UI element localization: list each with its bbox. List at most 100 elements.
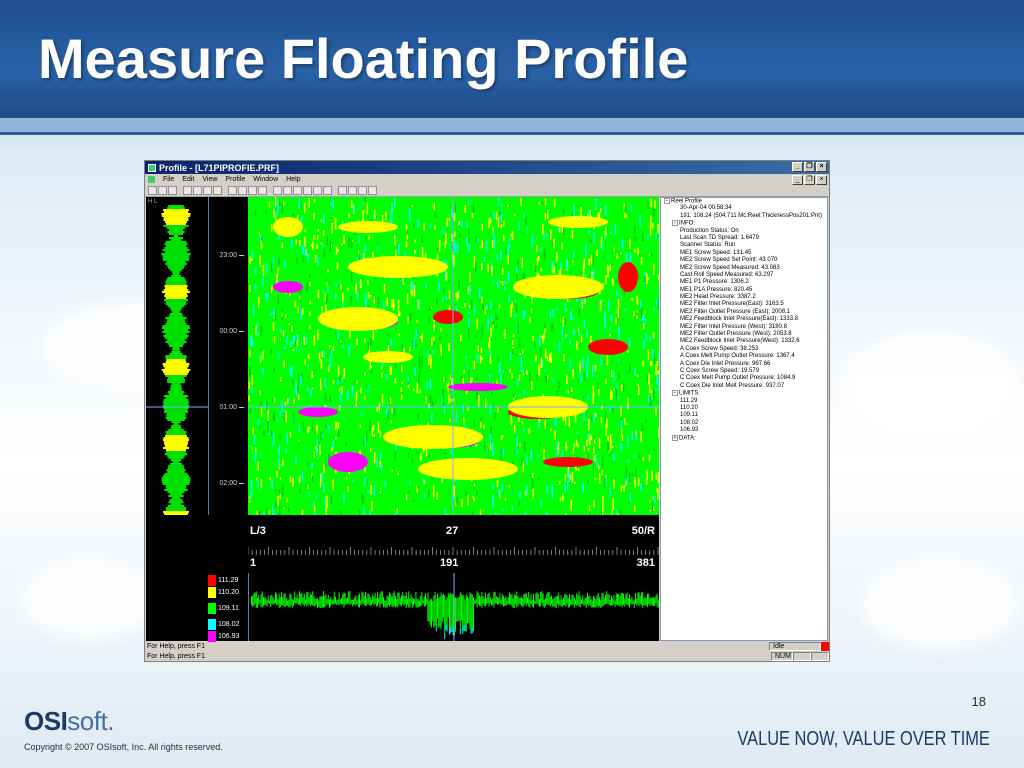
- help-icon[interactable]: [358, 186, 367, 195]
- high-low-bar: [165, 333, 187, 335]
- whats-this-icon[interactable]: [368, 186, 377, 195]
- collapse-icon[interactable]: −: [664, 198, 670, 204]
- close-button[interactable]: ×: [816, 162, 827, 172]
- undo-icon[interactable]: [228, 186, 237, 195]
- menu-edit[interactable]: Edit: [182, 176, 194, 183]
- status-help-text: For Help, press F1: [147, 642, 205, 650]
- menu-window[interactable]: Window: [253, 176, 278, 183]
- tree-group-limits[interactable]: − LIMITS:: [661, 390, 827, 397]
- child-close-button[interactable]: ×: [816, 175, 827, 185]
- trace-bar: [335, 596, 336, 604]
- heatmap-cell: [514, 300, 516, 303]
- color-icon[interactable]: [323, 186, 332, 195]
- heatmap-cell: [415, 340, 417, 349]
- heatmap-cell: [434, 225, 436, 230]
- trace-bar: [474, 600, 476, 604]
- heatmap-cell: [599, 299, 602, 312]
- heatmap-cell: [268, 200, 271, 208]
- high-low-bar: [168, 501, 184, 503]
- menu-help[interactable]: Help: [286, 176, 300, 183]
- graph-icon[interactable]: [248, 186, 257, 195]
- new-icon[interactable]: [148, 186, 157, 195]
- heatmap-cell: [317, 289, 320, 299]
- profile-heatmap[interactable]: [248, 197, 659, 515]
- high-low-bar: [164, 489, 188, 491]
- heatmap-cell: [348, 237, 350, 248]
- heatmap-cell: [284, 346, 286, 350]
- tree-group-info[interactable]: − INFO:: [661, 220, 827, 227]
- heatmap-cell: [401, 365, 403, 373]
- heatmap-cell: [277, 294, 280, 305]
- collapse-icon[interactable]: −: [672, 220, 678, 227]
- restore-button[interactable]: ❐: [804, 162, 815, 172]
- print-icon[interactable]: [168, 186, 177, 195]
- high-low-bar: [161, 479, 191, 481]
- zoom-in-icon[interactable]: [293, 186, 302, 195]
- trace-bar: [261, 591, 263, 608]
- zoom-icon[interactable]: [238, 186, 247, 195]
- heatmap-cell: [421, 247, 424, 258]
- child-restore-button[interactable]: ❐: [804, 175, 815, 185]
- heatmap-cell: [454, 244, 456, 253]
- heatmap-cell: [413, 223, 415, 228]
- heatmap-cell: [401, 343, 403, 350]
- trace-bar: [625, 594, 627, 605]
- run-icon[interactable]: [273, 186, 282, 195]
- heatmap-cell: [605, 475, 607, 479]
- trace-bar: [349, 591, 351, 606]
- open-icon[interactable]: [158, 186, 167, 195]
- trace-bar: [337, 599, 339, 605]
- zoom-out-icon[interactable]: [303, 186, 312, 195]
- high-low-panel: H L 23:00 00:00 01:00 02:00: [146, 197, 248, 515]
- trace-bar: [356, 600, 358, 605]
- heatmap-cell: [349, 330, 351, 339]
- heatmap-cell: [356, 338, 358, 346]
- collapse-icon[interactable]: −: [672, 390, 678, 397]
- window-titlebar[interactable]: Profile - [L71PIPROFIE.PRF] _ ❐ ×: [145, 161, 829, 174]
- tree-item: 109.11: [680, 412, 698, 419]
- heatmap-cell: [656, 374, 658, 385]
- heatmap-cell: [512, 348, 514, 355]
- cut-icon[interactable]: [193, 186, 202, 195]
- paste-icon[interactable]: [213, 186, 222, 195]
- heatmap-cell: [501, 204, 503, 208]
- heatmap-cell: [493, 212, 495, 219]
- menu-profile[interactable]: Profile: [225, 176, 245, 183]
- heatmap-cell: [604, 319, 606, 330]
- heatmap-cell: [559, 497, 562, 502]
- heatmap-cell: [593, 412, 595, 423]
- heatmap-cell: [313, 212, 315, 220]
- heatmap-cell: [496, 254, 499, 261]
- heatmap-cell: [563, 353, 565, 362]
- trace-bar: [456, 598, 458, 622]
- trace-bar: [500, 600, 502, 605]
- trace-bar: [351, 599, 353, 607]
- heatmap-cell: [312, 293, 314, 298]
- heatmap-cell: [296, 257, 298, 264]
- expand-icon[interactable]: +: [672, 434, 678, 441]
- crosshair-icon[interactable]: [348, 186, 357, 195]
- heatmap-cell: [373, 210, 376, 219]
- stop-icon[interactable]: [283, 186, 292, 195]
- document-icon[interactable]: [148, 176, 155, 183]
- copy-icon[interactable]: [203, 186, 212, 195]
- heatmap-cell: [494, 412, 496, 420]
- heatmap-cell: [643, 340, 645, 349]
- table-icon[interactable]: [258, 186, 267, 195]
- menu-file[interactable]: File: [163, 176, 174, 183]
- heatmap-region: [348, 256, 448, 278]
- tree-group-data[interactable]: + DATA:: [661, 434, 827, 442]
- minimize-button[interactable]: _: [792, 162, 803, 172]
- heatmap-cell: [442, 296, 444, 302]
- heatmap-cell: [334, 331, 337, 335]
- trace-bar: [523, 594, 525, 607]
- menu-view[interactable]: View: [202, 176, 217, 183]
- trace-bar: [630, 599, 632, 604]
- arrow-icon[interactable]: [338, 186, 347, 195]
- fit-icon[interactable]: [313, 186, 322, 195]
- tree-root[interactable]: − Reel Profile: [661, 198, 827, 205]
- save-icon[interactable]: [183, 186, 192, 195]
- heatmap-cell: [339, 280, 341, 284]
- trace-bar: [419, 600, 420, 607]
- child-minimize-button[interactable]: _: [792, 175, 803, 185]
